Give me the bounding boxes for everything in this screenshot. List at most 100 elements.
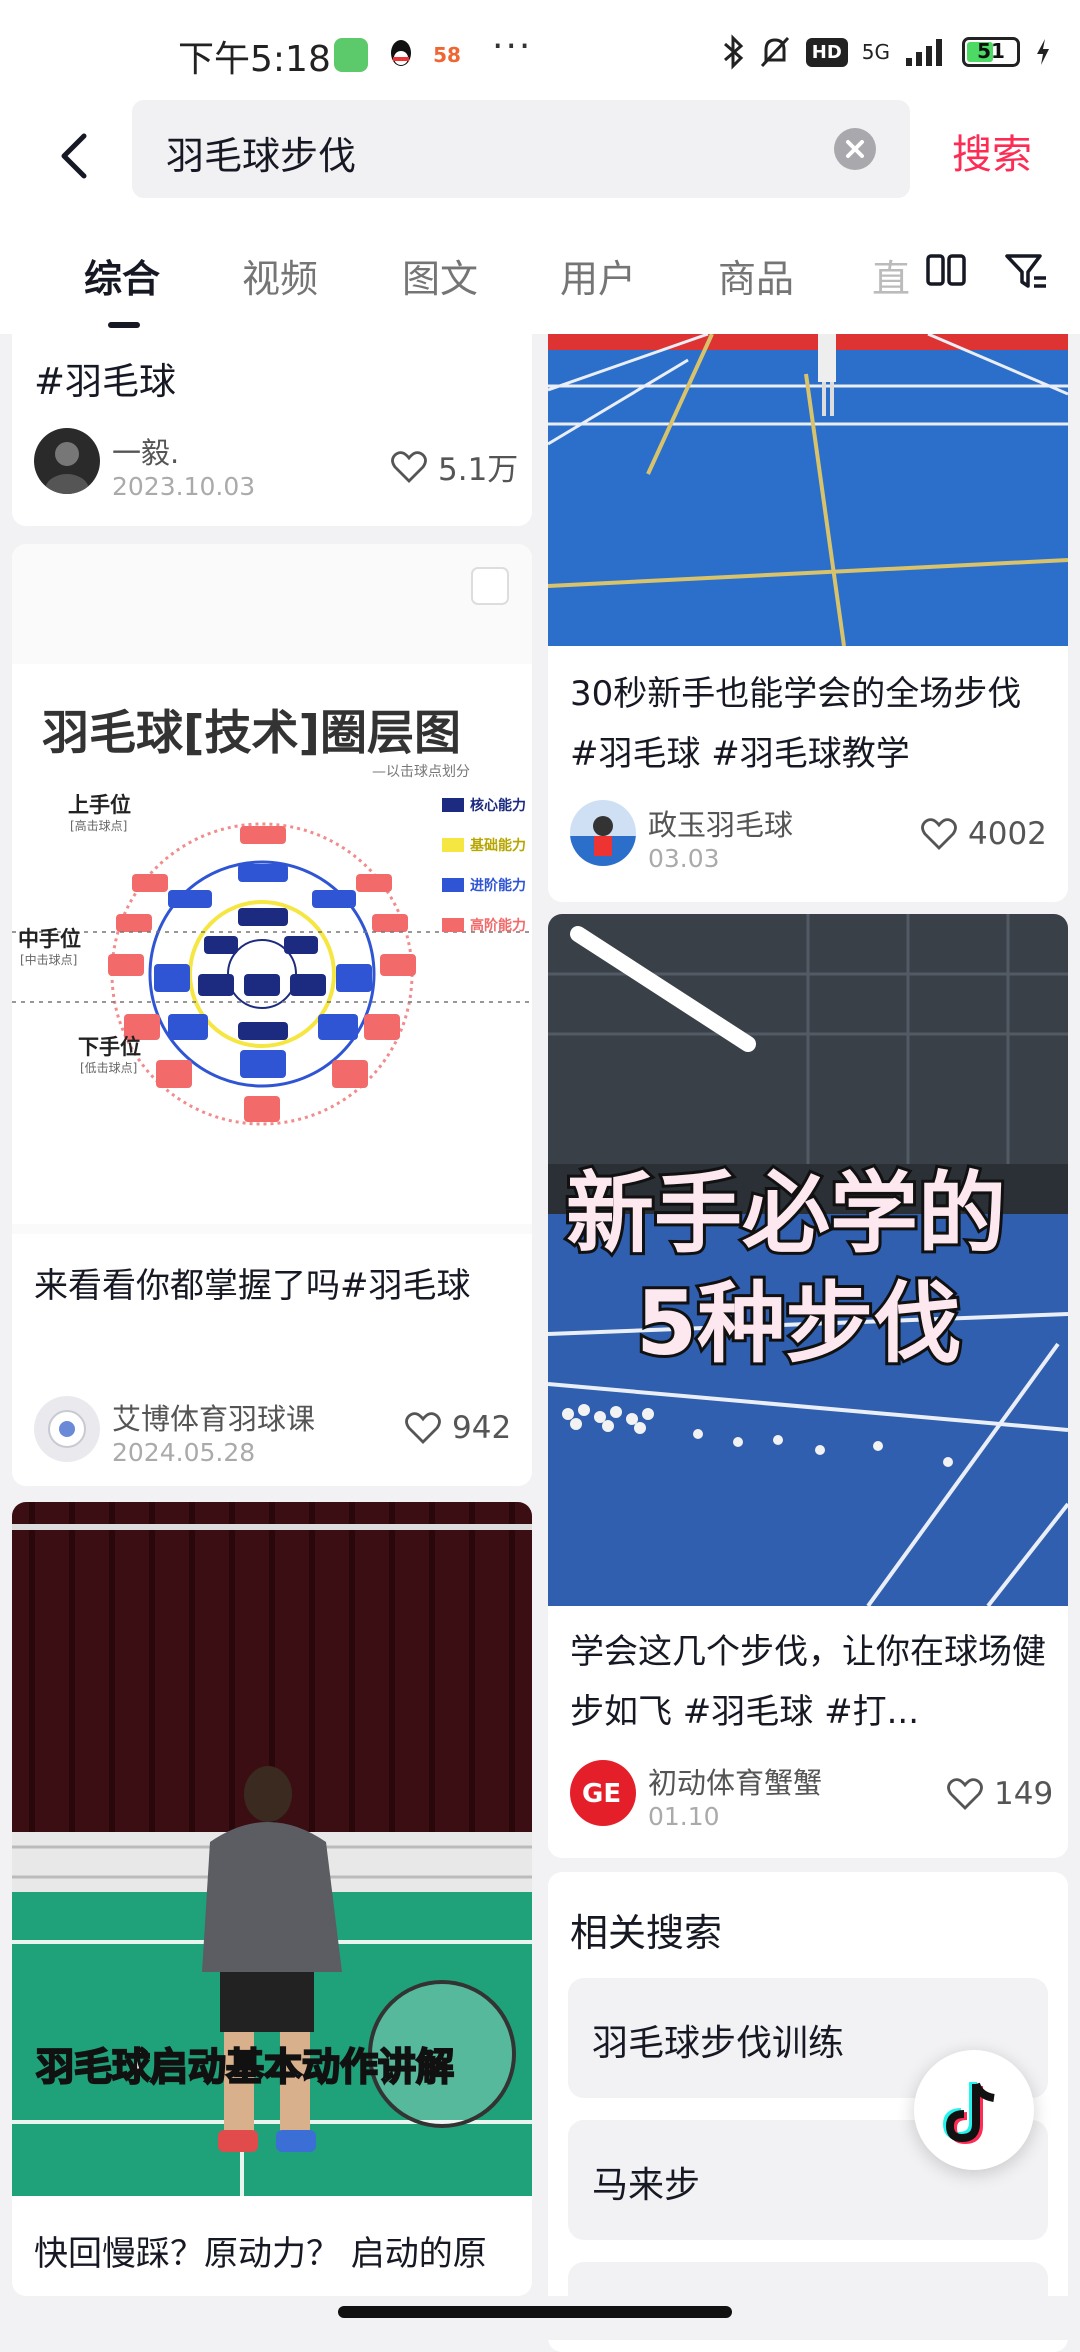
- author-name[interactable]: 一毅.: [112, 430, 179, 472]
- result-card-4[interactable]: 30秒新手也能学会的全场步伐 #羽毛球 #羽毛球教学 政玉羽毛球 03.03 4…: [548, 334, 1068, 902]
- search-query: 羽毛球步伐: [166, 134, 357, 178]
- diagram-title: 羽毛球[技术]圈层图: [42, 706, 461, 761]
- label-lower-sub: [低击球点]: [80, 1061, 137, 1075]
- card-title: 学会这几个步伐，让你在球场健步如飞 #羽毛球 #打...: [570, 1632, 1046, 1732]
- mute-icon: [760, 36, 789, 68]
- cover-text-line-2: 5种步伐: [636, 1272, 961, 1375]
- related-search-label: 马来步: [592, 2165, 701, 2206]
- heart-icon: [947, 1778, 983, 1810]
- clear-search-button[interactable]: [834, 128, 876, 170]
- related-search-title: 相关搜索: [570, 1911, 723, 1955]
- hd-badge: HD: [805, 37, 848, 67]
- legend-label: 基础能力: [470, 837, 526, 854]
- battery-level: 51: [977, 39, 1005, 63]
- post-date: 03.03: [648, 844, 720, 873]
- app-58-notification-icon: 58: [430, 38, 464, 72]
- result-card-2[interactable]: 羽毛球[技术]圈层图 —以击球点划分 上手位 [高击球点] 中手位 [中击球点]…: [12, 544, 532, 1486]
- result-card-5[interactable]: 新手必学的 5种步伐 学会这几个步伐，让你在球场健步如飞 #羽毛球 #打... …: [548, 914, 1068, 1858]
- like-count-value: 149: [994, 1776, 1054, 1812]
- label-lower: 下手位: [78, 1035, 141, 1059]
- legend-swatch: [442, 838, 464, 852]
- like-count[interactable]: 5.1万: [390, 444, 518, 489]
- result-card-3[interactable]: 羽毛球启动基本动作讲解 快回慢踩？原动力？ 启动的原理跳诊回归 #羽毛球: [12, 1502, 532, 2296]
- more-notifications-icon: ···: [492, 26, 533, 67]
- status-right: HD 5G 51: [722, 34, 1052, 70]
- label-middle: 中手位: [18, 927, 81, 951]
- like-count-value: 5.1万: [438, 452, 519, 488]
- card-title: #羽毛球: [34, 360, 177, 403]
- battery-icon: 51: [962, 37, 1020, 67]
- label-middle-sub: [中击球点]: [20, 952, 77, 967]
- legend-label: 核心能力: [470, 797, 526, 814]
- douyin-floating-button[interactable]: [914, 2050, 1034, 2170]
- card-cover-video: 羽毛球启动基本动作讲解: [12, 1502, 532, 2196]
- bluetooth-icon: [723, 34, 743, 70]
- author-avatar[interactable]: [570, 800, 636, 866]
- back-button[interactable]: [46, 118, 106, 194]
- tab-comprehensive[interactable]: 综合: [84, 248, 160, 303]
- like-count-value: 942: [452, 1410, 512, 1446]
- layout-toggle-button[interactable]: [922, 246, 970, 300]
- bottom-safe-area: [0, 2296, 1080, 2340]
- card-cover-footwork: 新手必学的 5种步伐: [548, 914, 1068, 1606]
- card-title: 30秒新手也能学会的全场步伐 #羽毛球 #羽毛球教学: [570, 674, 1022, 774]
- double-column-icon: [926, 254, 966, 286]
- tab-image-text[interactable]: 图文: [402, 248, 478, 303]
- filter-icon: [1005, 254, 1046, 288]
- close-icon: [846, 140, 864, 158]
- legend-swatch: [442, 878, 464, 892]
- search-tabs: 综合 视频 图文 用户 商品 直: [0, 218, 1080, 334]
- tab-video[interactable]: 视频: [242, 248, 318, 303]
- heart-icon: [921, 818, 957, 850]
- tab-live[interactable]: 直: [872, 248, 910, 303]
- network-label: 5G: [861, 40, 890, 64]
- like-count[interactable]: 942: [404, 1410, 511, 1446]
- video-caption: 羽毛球启动基本动作讲解: [36, 2045, 454, 2089]
- author-name[interactable]: 政玉羽毛球: [648, 802, 793, 844]
- post-date: 2023.10.03: [112, 472, 256, 501]
- result-card-1[interactable]: #羽毛球 一毅. 2023.10.03 5.1万: [12, 334, 532, 526]
- author-name[interactable]: 艾博体育羽球课: [112, 1396, 315, 1438]
- legend-swatch: [442, 918, 464, 932]
- like-count[interactable]: 4002: [920, 816, 1047, 852]
- signal-icon: [906, 39, 942, 66]
- legend-label: 高阶能力: [470, 917, 526, 934]
- filter-button[interactable]: [1002, 246, 1050, 300]
- like-count[interactable]: 149: [946, 1776, 1053, 1812]
- status-bar: 下午5:18 58 ··· HD 5G 51: [0, 0, 1080, 100]
- related-search-label: 羽毛球步伐训练: [592, 2023, 845, 2064]
- diagram-subtitle: —以击球点划分: [372, 764, 470, 780]
- search-input[interactable]: 羽毛球步伐: [132, 100, 910, 198]
- qq-notification-icon: [384, 38, 418, 72]
- card-title: 来看看你都掌握了吗#羽毛球: [34, 1266, 471, 1306]
- post-date: 01.10: [648, 1802, 720, 1831]
- svg-text:GE: GE: [582, 1779, 621, 1809]
- tab-products[interactable]: 商品: [718, 248, 794, 303]
- charging-icon: [1037, 39, 1049, 65]
- card-cover-diagram: 羽毛球[技术]圈层图 —以击球点划分 上手位 [高击球点] 中手位 [中击球点]…: [12, 544, 532, 1234]
- author-avatar[interactable]: GE: [570, 1760, 636, 1826]
- home-indicator[interactable]: [338, 2306, 732, 2318]
- label-upper: 上手位: [68, 793, 131, 817]
- search-button[interactable]: 搜索: [952, 122, 1032, 180]
- card-cover-court: [548, 334, 1068, 646]
- legend-swatch: [442, 798, 464, 812]
- douyin-logo-icon: [942, 2082, 995, 2145]
- card-title: 快回慢踩？原动力？ 启动的原理跳诊回归 #羽毛球: [34, 2234, 487, 2296]
- chevron-left-icon: [61, 133, 87, 179]
- heart-icon: [391, 450, 427, 483]
- post-date: 2024.05.28: [112, 1438, 256, 1467]
- active-tab-indicator: [108, 322, 140, 328]
- search-header: 羽毛球步伐 搜索: [0, 100, 1080, 218]
- tab-users[interactable]: 用户: [560, 248, 636, 303]
- legend-label: 进阶能力: [470, 877, 526, 894]
- author-name[interactable]: 初动体育蟹蟹: [648, 1760, 822, 1802]
- heart-icon: [405, 1412, 441, 1444]
- author-avatar[interactable]: [34, 1396, 100, 1462]
- author-avatar[interactable]: [34, 428, 100, 494]
- like-count-value: 4002: [968, 816, 1047, 852]
- technique-circle-diagram: 羽毛球[技术]圈层图 —以击球点划分 上手位 [高击球点] 中手位 [中击球点]…: [12, 567, 532, 1224]
- status-time: 下午5:18: [178, 39, 331, 80]
- cover-text-line-1: 新手必学的: [566, 1162, 1006, 1265]
- wechat-notification-icon: [334, 38, 368, 72]
